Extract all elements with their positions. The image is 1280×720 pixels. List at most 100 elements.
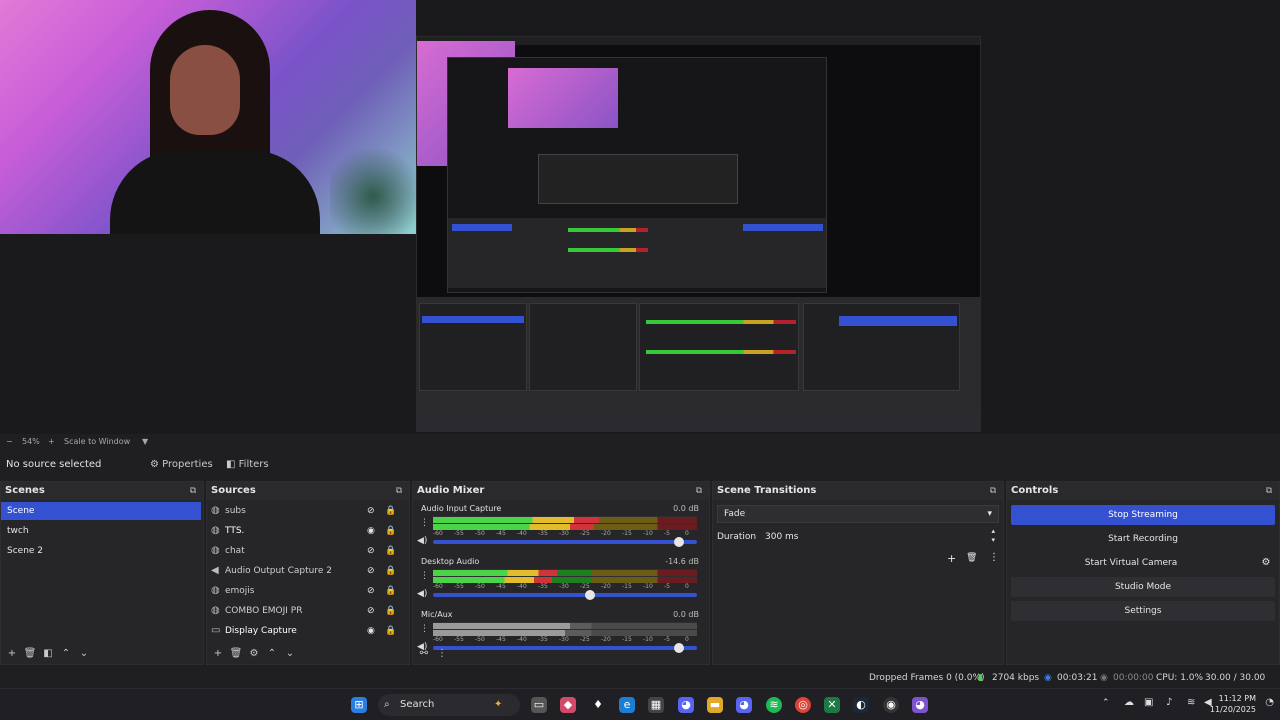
scale-tick: -45 (496, 583, 506, 590)
add-icon[interactable]: + (947, 552, 956, 565)
zoom-level: 54% (22, 437, 40, 446)
app-icon[interactable]: ◕ (912, 697, 928, 713)
dock-menu-icon[interactable]: ⧉ (692, 484, 706, 498)
settings-button[interactable]: Settings (1011, 601, 1275, 621)
microphone-icon[interactable]: ♪ (1166, 697, 1172, 708)
move-up-icon[interactable]: ⌃ (57, 646, 75, 662)
wifi-icon[interactable]: ≋ (1187, 697, 1195, 708)
trash-icon[interactable]: 🗑 (21, 646, 39, 662)
steam-icon[interactable]: ◐ (853, 697, 869, 713)
stop-streaming-button[interactable]: Stop Streaming (1011, 505, 1275, 525)
xbox-icon[interactable]: ✕ (824, 697, 840, 713)
volume-slider-handle[interactable] (585, 590, 596, 600)
volume-slider-handle[interactable] (674, 643, 685, 653)
dock-menu-icon[interactable]: ⧉ (392, 484, 406, 498)
eye-icon[interactable]: ◉ (367, 621, 375, 641)
virtual-camera-settings-icon[interactable]: ⚙ (1257, 553, 1275, 573)
chevron-down-icon[interactable]: ▼ (142, 434, 148, 450)
volume-slider[interactable] (433, 537, 697, 547)
scene-item-scene[interactable]: Scene (1, 502, 201, 520)
lock-icon[interactable]: 🔒 (385, 521, 396, 541)
eye-off-icon[interactable]: ⊘ (367, 581, 375, 601)
kebab-icon[interactable]: ⋮ (433, 646, 451, 662)
kebab-icon[interactable]: ⋮ (420, 624, 429, 634)
windows-start-icon[interactable]: ⊞ (351, 697, 367, 713)
volume-slider-handle[interactable] (674, 537, 685, 547)
eye-off-icon[interactable]: ⊘ (367, 541, 375, 561)
source-item-subs[interactable]: ◍ subs ⊘ 🔒 (207, 501, 407, 521)
preview-canvas[interactable] (0, 0, 1280, 434)
discord-icon[interactable]: ◕ (678, 697, 694, 713)
zoom-out-icon[interactable]: − (6, 434, 13, 450)
lock-icon[interactable]: 🔒 (385, 581, 396, 601)
source-item-combo-emoji[interactable]: ◍ COMBO EMOJI PR ⊘ 🔒 (207, 601, 407, 621)
move-up-icon[interactable]: ⌃ (263, 646, 281, 662)
cloud-icon[interactable]: ☁ (1124, 697, 1134, 708)
source-item-chat[interactable]: ◍ chat ⊘ 🔒 (207, 541, 407, 561)
spotify-icon[interactable]: ≋ (766, 697, 782, 713)
filter-icon[interactable]: ◧ (39, 646, 57, 662)
start-recording-button[interactable]: Start Recording (1011, 529, 1275, 549)
lock-icon[interactable]: 🔒 (385, 601, 396, 621)
scale-label[interactable]: Scale to Window (64, 434, 130, 450)
scale-tick: -5 (664, 636, 670, 643)
volume-icon[interactable]: ◀) (417, 589, 427, 599)
folder-icon[interactable]: ▬ (707, 697, 723, 713)
source-label: Display Capture (225, 626, 297, 636)
scene-item-scene-2[interactable]: Scene 2 (1, 542, 201, 560)
eye-off-icon[interactable]: ⊘ (367, 561, 375, 581)
transition-select[interactable]: Fade ▾ (717, 505, 999, 523)
trash-icon[interactable]: 🗑 (227, 646, 245, 662)
edge-icon[interactable]: e (619, 697, 635, 713)
app-icon[interactable]: ◆ (560, 697, 576, 713)
store-icon[interactable]: ▦ (648, 697, 664, 713)
lock-icon[interactable]: 🔒 (385, 501, 396, 521)
taskbar-search[interactable]: ⌕ Search ✦ (378, 694, 520, 716)
start-virtual-camera-button[interactable]: Start Virtual Camera (1011, 553, 1251, 573)
volume-icon[interactable]: ◀) (417, 536, 427, 546)
move-down-icon[interactable]: ⌄ (75, 646, 93, 662)
volume-slider[interactable] (433, 590, 697, 600)
app-icon[interactable]: ♦ (590, 697, 606, 713)
lock-icon[interactable]: 🔒 (385, 561, 396, 581)
studio-mode-button[interactable]: Studio Mode (1011, 577, 1275, 597)
dock-menu-icon[interactable]: ⧉ (1262, 484, 1276, 498)
stepper-icon[interactable]: ▴ ▾ (991, 527, 995, 545)
filters-button[interactable]: ◧ Filters (226, 455, 269, 474)
sources-title: Sources (207, 482, 409, 500)
dock-menu-icon[interactable]: ⧉ (186, 484, 200, 498)
tray-app-icon[interactable]: ▣ (1144, 697, 1153, 708)
scene-item-twch[interactable]: twch (1, 522, 201, 540)
volume-slider[interactable] (433, 643, 697, 653)
task-view-icon[interactable]: ▭ (531, 697, 547, 713)
eye-icon[interactable]: ◉ (367, 521, 375, 541)
source-item-tts[interactable]: ◍ TTS. ◉ 🔒 (207, 521, 407, 541)
eye-off-icon[interactable]: ⊘ (367, 601, 375, 621)
add-icon[interactable]: + (3, 646, 21, 662)
eye-off-icon[interactable]: ⊘ (367, 501, 375, 521)
add-icon[interactable]: + (209, 646, 227, 662)
kebab-icon[interactable]: ⋮ (420, 518, 429, 528)
lock-icon[interactable]: 🔒 (385, 621, 396, 641)
kebab-icon[interactable]: ⋮ (420, 571, 429, 581)
discord-icon[interactable]: ◕ (736, 697, 752, 713)
chrome-icon[interactable]: ◎ (795, 697, 811, 713)
source-item-emojis[interactable]: ◍ emojis ⊘ 🔒 (207, 581, 407, 601)
nested-scenes (419, 303, 527, 391)
gear-icon[interactable]: ⚙ (245, 646, 263, 662)
properties-button[interactable]: ⚙ Properties (150, 455, 213, 474)
dock-menu-icon[interactable]: ⧉ (986, 484, 1000, 498)
obs-icon[interactable]: ◉ (883, 697, 899, 713)
source-item-audio-output[interactable]: ◀ Audio Output Capture 2 ⊘ 🔒 (207, 561, 407, 581)
move-down-icon[interactable]: ⌄ (281, 646, 299, 662)
duration-input[interactable]: 300 ms ▴ ▾ (759, 527, 999, 547)
taskbar-clock[interactable]: 11:12 PM 11/20/2025 (1210, 693, 1256, 715)
source-item-display-capture[interactable]: ▭ Display Capture ◉ 🔒 (207, 621, 407, 641)
link-icon[interactable]: ⚯ (415, 646, 433, 662)
zoom-in-icon[interactable]: + (48, 434, 55, 450)
trash-icon[interactable]: 🗑 (966, 553, 977, 563)
lock-icon[interactable]: 🔒 (385, 541, 396, 561)
bell-icon[interactable]: ◔ (1265, 697, 1274, 708)
chevron-up-icon[interactable]: ⌃ (1102, 698, 1110, 708)
kebab-icon[interactable]: ⋮ (989, 552, 999, 563)
